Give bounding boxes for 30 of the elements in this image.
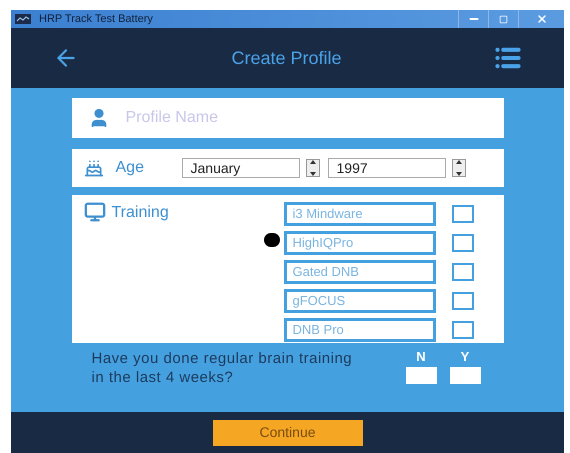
- training-checkbox[interactable]: [452, 205, 474, 223]
- profile-name-field[interactable]: Profile Name: [126, 106, 504, 130]
- training-label: Training: [112, 203, 169, 223]
- profile-name-card[interactable]: Profile Name: [72, 98, 504, 138]
- app-logo-icon: [15, 14, 31, 24]
- dot-mark: [264, 233, 280, 247]
- monitor-icon: [84, 201, 106, 223]
- training-checkbox[interactable]: [452, 263, 474, 281]
- training-option[interactable]: HighIQPro: [284, 231, 436, 255]
- page-title: Create Profile: [230, 46, 343, 70]
- year-spinner[interactable]: [452, 159, 466, 177]
- training-checkbox[interactable]: [452, 292, 474, 310]
- training-checkbox[interactable]: [452, 321, 474, 339]
- question-text: Have you done regular brain training in the last 4 weeks?: [92, 349, 354, 387]
- answer-label: Y: [460, 349, 470, 364]
- window-title: HRP Track Test Battery: [39, 12, 153, 27]
- close-icon: [536, 13, 548, 25]
- training-option[interactable]: gFOCUS: [284, 289, 436, 313]
- maximize-icon: [499, 14, 508, 24]
- age-label: Age: [116, 158, 145, 178]
- cake-icon: [84, 158, 104, 178]
- year-field[interactable]: 1997: [328, 158, 446, 178]
- continue-button[interactable]: Continue: [212, 420, 362, 446]
- training-option[interactable]: i3 Mindware: [284, 202, 436, 226]
- training-option[interactable]: Gated DNB: [284, 260, 436, 284]
- answer-label: N: [416, 349, 426, 364]
- training-checkbox[interactable]: [452, 234, 474, 252]
- month-spinner[interactable]: [306, 159, 320, 177]
- month-field[interactable]: January: [182, 158, 300, 178]
- training-option[interactable]: DNB Pro: [284, 318, 436, 342]
